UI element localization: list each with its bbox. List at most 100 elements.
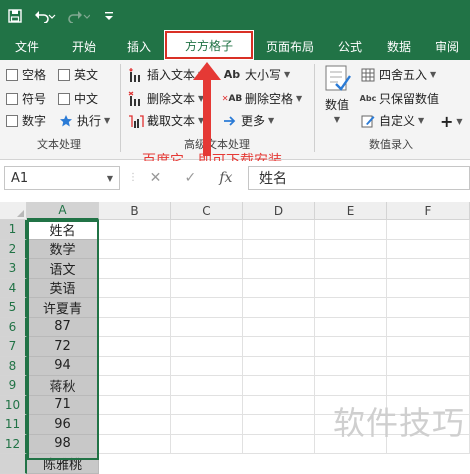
column-header-b[interactable]: B xyxy=(99,202,171,220)
cell-b10[interactable] xyxy=(99,395,171,415)
cell-d9[interactable] xyxy=(243,376,315,396)
name-box[interactable]: A1 ▼ xyxy=(4,166,120,190)
confirm-icon[interactable]: ✓ xyxy=(184,170,196,186)
cell-b9[interactable] xyxy=(99,376,171,396)
cell-b7[interactable] xyxy=(99,337,171,357)
cell-b2[interactable] xyxy=(99,239,171,259)
cell-a7[interactable]: 72 xyxy=(27,337,99,357)
checkbox-space[interactable]: 空格 xyxy=(6,66,46,83)
cell-d7[interactable] xyxy=(243,337,315,357)
fx-icon[interactable]: fx xyxy=(219,170,232,186)
cell-d6[interactable] xyxy=(243,317,315,337)
row-header-4[interactable]: 4 xyxy=(0,278,27,298)
formula-input[interactable]: 姓名 xyxy=(248,166,470,190)
cell-f1[interactable] xyxy=(387,220,470,240)
cell-d2[interactable] xyxy=(243,239,315,259)
cell-e1[interactable] xyxy=(315,220,387,240)
row-header-1[interactable]: 1 xyxy=(0,220,27,240)
cell-a9[interactable]: 蒋秋 xyxy=(27,376,99,396)
row-header-6[interactable]: 6 xyxy=(0,317,27,337)
row-header-11[interactable]: 11 xyxy=(0,415,27,435)
cell-c4[interactable] xyxy=(171,278,243,298)
cell-f5[interactable] xyxy=(387,298,470,318)
cell-b3[interactable] xyxy=(99,259,171,279)
row-header-partial[interactable] xyxy=(0,454,27,474)
row-header-7[interactable]: 7 xyxy=(0,337,27,357)
row-header-10[interactable]: 10 xyxy=(0,395,27,415)
tab-formulas[interactable]: 公式 xyxy=(326,32,374,60)
cell-b4[interactable] xyxy=(99,278,171,298)
tab-home[interactable]: 开始 xyxy=(54,32,114,60)
checkbox-symbol[interactable]: 符号 xyxy=(6,90,46,107)
row-header-5[interactable]: 5 xyxy=(0,298,27,318)
cell-d11[interactable] xyxy=(243,415,315,435)
cell-d8[interactable] xyxy=(243,356,315,376)
cell-f8[interactable] xyxy=(387,356,470,376)
cell-e4[interactable] xyxy=(315,278,387,298)
cell-c9[interactable] xyxy=(171,376,243,396)
customize-icon[interactable] xyxy=(98,5,120,27)
column-header-e[interactable]: E xyxy=(315,202,387,220)
cell-c2[interactable] xyxy=(171,239,243,259)
column-header-f[interactable]: F xyxy=(387,202,470,220)
cell-a10[interactable]: 71 xyxy=(27,395,99,415)
tab-insert[interactable]: 插入 xyxy=(114,32,164,60)
cell-c7[interactable] xyxy=(171,337,243,357)
cell-d3[interactable] xyxy=(243,259,315,279)
number-button[interactable]: 数值 ▼ xyxy=(320,64,354,124)
column-header-c[interactable]: C xyxy=(171,202,243,220)
cell-d12[interactable] xyxy=(243,434,315,454)
cell-f7[interactable] xyxy=(387,337,470,357)
cell-a11[interactable]: 96 xyxy=(27,415,99,435)
more-button[interactable]: 更多 ▼ xyxy=(222,112,274,129)
undo-icon[interactable] xyxy=(30,5,60,27)
column-header-a[interactable]: A xyxy=(27,202,99,220)
execute-button[interactable]: 执行 ▼ xyxy=(58,112,110,129)
cell-c10[interactable] xyxy=(171,395,243,415)
row-header-12[interactable]: 12 xyxy=(0,434,27,454)
cell-e2[interactable] xyxy=(315,239,387,259)
cell-a4[interactable]: 英语 xyxy=(27,278,99,298)
column-header-d[interactable]: D xyxy=(243,202,315,220)
cell-c3[interactable] xyxy=(171,259,243,279)
tab-page-layout[interactable]: 页面布局 xyxy=(254,32,326,60)
cell-f2[interactable] xyxy=(387,239,470,259)
row-header-3[interactable]: 3 xyxy=(0,259,27,279)
checkbox-chinese[interactable]: 中文 xyxy=(58,90,98,107)
cell-e6[interactable] xyxy=(315,317,387,337)
tab-fangfang-gezi[interactable]: 方方格子 xyxy=(164,30,254,60)
cell-f4[interactable] xyxy=(387,278,470,298)
cell-c1[interactable] xyxy=(171,220,243,240)
cell-d5[interactable] xyxy=(243,298,315,318)
custom-button[interactable]: 自定义 ▼ xyxy=(360,112,424,129)
cell-e8[interactable] xyxy=(315,356,387,376)
case-button[interactable]: Ab 大小写 ▼ xyxy=(222,66,290,83)
cell-b5[interactable] xyxy=(99,298,171,318)
cell-d4[interactable] xyxy=(243,278,315,298)
cell-f6[interactable] xyxy=(387,317,470,337)
row-header-2[interactable]: 2 xyxy=(0,239,27,259)
row-header-8[interactable]: 8 xyxy=(0,356,27,376)
cell-c11[interactable] xyxy=(171,415,243,435)
cell-a13[interactable]: 陈雅桃 xyxy=(27,454,99,474)
cell-b11[interactable] xyxy=(99,415,171,435)
cell-d1[interactable] xyxy=(243,220,315,240)
cell-f3[interactable] xyxy=(387,259,470,279)
cell-a6[interactable]: 87 xyxy=(27,317,99,337)
round-button[interactable]: 四舍五入 ▼ xyxy=(360,66,436,83)
cell-a5[interactable]: 许夏青 xyxy=(27,298,99,318)
cell-b8[interactable] xyxy=(99,356,171,376)
row-header-9[interactable]: 9 xyxy=(0,376,27,396)
cell-e9[interactable] xyxy=(315,376,387,396)
cell-a12[interactable]: 98 xyxy=(27,434,99,454)
cell-e3[interactable] xyxy=(315,259,387,279)
cell-c8[interactable] xyxy=(171,356,243,376)
cell-c12[interactable] xyxy=(171,434,243,454)
cell-e5[interactable] xyxy=(315,298,387,318)
select-all-corner[interactable] xyxy=(0,202,27,220)
cell-b1[interactable] xyxy=(99,220,171,240)
cell-e7[interactable] xyxy=(315,337,387,357)
tab-file[interactable]: 文件 xyxy=(0,32,54,60)
tab-review[interactable]: 审阅 xyxy=(424,32,470,60)
checkbox-number[interactable]: 数字 xyxy=(6,112,46,129)
